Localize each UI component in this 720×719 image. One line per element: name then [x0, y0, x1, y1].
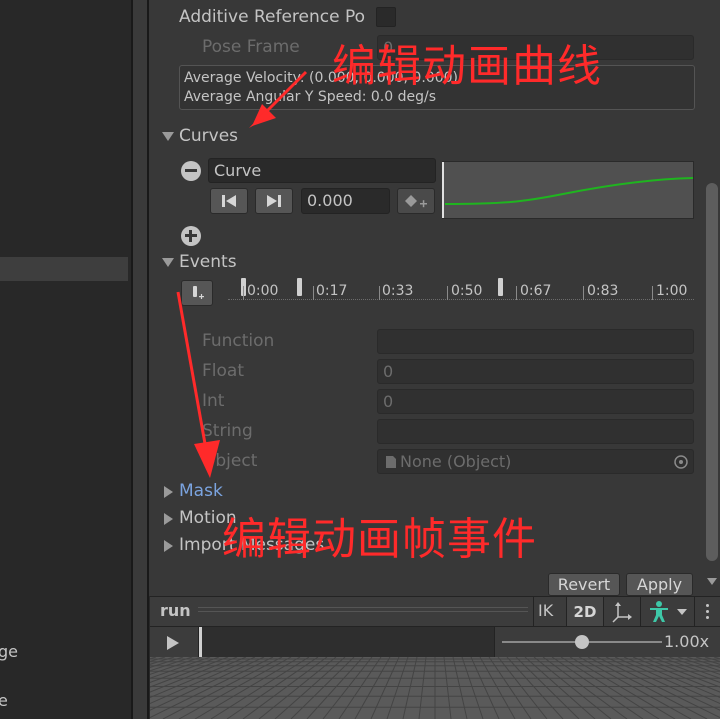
timeline-tick-label: 0:67	[520, 283, 552, 299]
timeline-tick-label: 0:17	[316, 283, 348, 299]
curve-value: 0.000	[307, 191, 353, 210]
timeline-tick-label: 0:33	[382, 283, 414, 299]
timeline-tick-label: 0:83	[587, 283, 619, 299]
ik-toggle[interactable]: IK	[538, 601, 553, 620]
event-timeline[interactable]: 0:00 0:17 0:33 0:50 0:67 0:83 1:00	[228, 278, 694, 304]
add-key-button[interactable]	[397, 188, 435, 214]
left-panel: ge e	[0, 0, 131, 719]
curve-preview[interactable]	[442, 161, 694, 219]
playback-bar: 1.00x	[150, 626, 720, 657]
previous-key-button[interactable]	[210, 188, 248, 214]
event-marker[interactable]	[297, 278, 302, 296]
mask-foldout-icon[interactable]	[164, 486, 173, 498]
next-key-icon	[267, 195, 281, 207]
left-scrollbar-thumb[interactable]	[133, 0, 147, 719]
int-field[interactable]: 0	[377, 389, 694, 414]
additive-reference-checkbox[interactable]	[376, 7, 396, 27]
event-marker[interactable]	[498, 278, 503, 296]
curves-foldout-icon[interactable]	[162, 132, 174, 141]
preview-toolbar: run IK 2D	[150, 596, 720, 626]
playback-timeline[interactable]	[202, 627, 494, 657]
int-value: 0	[383, 392, 394, 411]
left-item-fragment[interactable]: e	[0, 691, 8, 710]
object-field[interactable]: None (Object)	[377, 449, 694, 474]
preview-viewport[interactable]	[150, 657, 720, 719]
string-field[interactable]	[377, 419, 694, 444]
curve-name-value: Curve	[214, 161, 262, 180]
int-label: Int	[202, 391, 225, 411]
annotation-bottom: 编辑动画帧事件	[222, 514, 537, 565]
events-foldout-icon[interactable]	[162, 258, 174, 267]
grid-floor	[150, 657, 720, 719]
add-event-button[interactable]	[181, 280, 213, 306]
float-label: Float	[202, 361, 244, 381]
remove-curve-icon[interactable]	[181, 161, 201, 181]
curves-section-label[interactable]: Curves	[179, 126, 238, 146]
apply-button[interactable]: Apply	[626, 573, 693, 596]
function-label: Function	[202, 331, 275, 351]
float-field[interactable]: 0	[377, 359, 694, 384]
curve-line	[444, 177, 693, 205]
motion-foldout-icon[interactable]	[164, 513, 173, 525]
scroll-down-icon[interactable]	[707, 578, 717, 585]
left-selected-row[interactable]	[0, 257, 128, 281]
file-icon	[386, 456, 396, 468]
additive-reference-label: Additive Reference Po	[179, 7, 366, 27]
curve-value-field[interactable]: 0.000	[301, 188, 390, 214]
timeline-tick-label: 0:50	[451, 283, 483, 299]
next-key-button[interactable]	[255, 188, 293, 214]
timeline-tick-label: 1:00	[656, 283, 688, 299]
string-label: String	[202, 421, 253, 441]
inspector-scrollbar-thumb[interactable]	[706, 183, 718, 561]
annotation-top: 编辑动画曲线	[332, 41, 602, 92]
clip-name: run	[160, 601, 191, 620]
object-picker-icon[interactable]	[673, 454, 689, 470]
avatar-dropdown-icon[interactable]	[677, 609, 687, 615]
curve-name-field[interactable]: Curve	[208, 158, 436, 183]
play-icon[interactable]	[166, 635, 180, 651]
pivot-icon[interactable]	[610, 601, 634, 623]
avatar-preview-icon[interactable]	[647, 600, 671, 624]
float-value: 0	[383, 362, 394, 381]
speed-value: 1.00x	[664, 632, 710, 651]
add-key-icon	[405, 195, 427, 208]
events-section-label[interactable]: Events	[179, 252, 237, 272]
mask-section-label[interactable]: Mask	[179, 481, 223, 501]
previous-key-icon	[222, 195, 236, 207]
object-value: None (Object)	[400, 452, 512, 471]
left-item-fragment[interactable]: ge	[0, 642, 18, 661]
pose-frame-label: Pose Frame	[202, 37, 300, 57]
revert-button[interactable]: Revert	[548, 573, 620, 596]
timeline-tick-label: 0:00	[247, 283, 279, 299]
function-field[interactable]	[377, 329, 694, 354]
add-event-icon	[193, 286, 204, 299]
mode-2d-toggle[interactable]: 2D	[566, 597, 604, 626]
more-menu-icon[interactable]	[706, 616, 709, 619]
speed-slider-knob[interactable]	[575, 635, 589, 649]
import-messages-foldout-icon[interactable]	[164, 540, 173, 552]
add-curve-icon[interactable]	[181, 226, 201, 246]
object-label: Object	[202, 451, 258, 471]
